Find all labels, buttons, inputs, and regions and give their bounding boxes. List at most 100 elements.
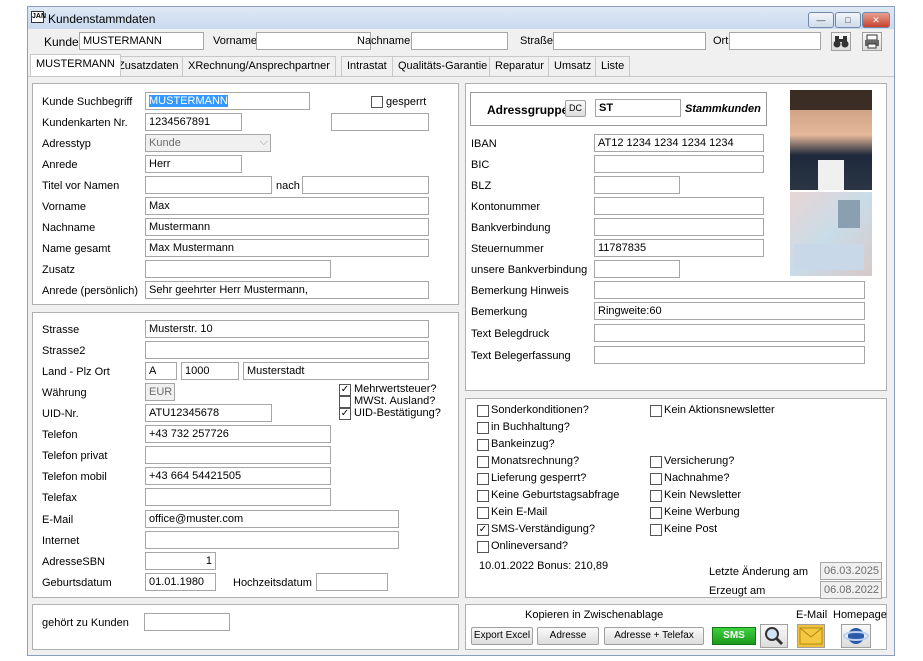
keine-geburtstagsabfrage-checkbox[interactable] xyxy=(477,490,489,502)
kein-newsletter-checkbox[interactable] xyxy=(650,490,662,502)
bemerkung-hinweis-input[interactable] xyxy=(594,281,865,299)
export-excel-button[interactable]: Export Excel xyxy=(471,627,533,645)
email-button[interactable] xyxy=(797,624,825,648)
print-button[interactable] xyxy=(862,32,882,51)
sonderkonditionen-checkbox[interactable] xyxy=(477,405,489,417)
search-vorname-input[interactable] xyxy=(256,32,371,50)
nachname-input[interactable]: Mustermann xyxy=(145,218,429,236)
kein-aktionsnewsletter-checkbox[interactable] xyxy=(650,405,662,417)
gehoert-input[interactable] xyxy=(144,613,230,631)
onlineversand-checkbox[interactable] xyxy=(477,541,489,553)
letzte-aenderung-label: Letzte Änderung am xyxy=(709,566,809,578)
uid-input[interactable]: ATU12345678 xyxy=(145,404,272,422)
tab-intrastat[interactable]: Intrastat xyxy=(341,56,393,76)
tab-mustermann[interactable]: MUSTERMANN xyxy=(30,54,121,76)
bonus-text: 10.01.2022 Bonus: 210,89 xyxy=(479,560,609,572)
anrede-pers-input[interactable]: Sehr geehrter Herr Mustermann, xyxy=(145,281,429,299)
maximize-button[interactable]: □ xyxy=(835,12,861,28)
lieferung-gesperrt-label: Lieferung gesperrt? xyxy=(491,472,587,484)
text-belegerfassung-input[interactable] xyxy=(594,346,865,364)
nachnahme-checkbox[interactable] xyxy=(650,473,662,485)
search-ort-input[interactable] xyxy=(729,32,821,50)
tab-zusatzdaten[interactable]: Zusatzdaten xyxy=(112,56,185,76)
telefon-input[interactable]: +43 732 257726 xyxy=(145,425,331,443)
keine-post-label: Keine Post xyxy=(664,523,718,535)
in-buchhaltung-checkbox[interactable] xyxy=(477,422,489,434)
bankeinzug-checkbox[interactable] xyxy=(477,439,489,451)
tab-liste[interactable]: Liste xyxy=(595,56,631,76)
homepage-button[interactable] xyxy=(841,624,871,648)
telefax-input[interactable] xyxy=(145,488,331,506)
vorname-input[interactable]: Max xyxy=(145,197,429,215)
kundenkarten-input[interactable]: 1234567891 xyxy=(145,113,242,131)
adresse-sbn-input[interactable]: 1 xyxy=(145,552,216,570)
sms-button[interactable]: SMS xyxy=(712,627,756,645)
gruppe-code-input[interactable]: ST xyxy=(595,99,681,117)
monatsrechnung-label: Monatsrechnung? xyxy=(491,455,580,467)
bic-input[interactable] xyxy=(594,155,764,173)
tab-umsatz[interactable]: Umsatz xyxy=(548,56,598,76)
uid-bestaetigung-checkbox[interactable]: ✓ xyxy=(339,408,351,420)
uid-label: UID-Nr. xyxy=(42,408,79,420)
titel-input[interactable] xyxy=(145,176,272,194)
tab-reparatur[interactable]: Reparatur xyxy=(489,56,550,76)
internet-input[interactable] xyxy=(145,531,399,549)
versicherung-checkbox[interactable] xyxy=(650,456,662,468)
kein-email-label: Kein E-Mail xyxy=(491,506,548,518)
kein-email-checkbox[interactable] xyxy=(477,507,489,519)
lieferung-gesperrt-checkbox[interactable] xyxy=(477,473,489,485)
search-nachname-input[interactable] xyxy=(411,32,508,50)
ort-input[interactable]: Musterstadt xyxy=(243,362,429,380)
gesperrt-checkbox[interactable] xyxy=(371,96,383,108)
adresse-telefax-button[interactable]: Adresse + Telefax xyxy=(604,627,704,645)
name-gesamt-input[interactable]: Max Mustermann xyxy=(145,239,429,257)
strasse2-input[interactable] xyxy=(145,341,429,359)
monatsrechnung-checkbox[interactable] xyxy=(477,456,489,468)
blz-input[interactable] xyxy=(594,176,680,194)
telefon-mobil-input[interactable]: +43 664 54421505 xyxy=(145,467,331,485)
land-input[interactable]: A xyxy=(145,362,177,380)
bemerkung-input[interactable]: Ringweite:60 xyxy=(594,302,865,320)
telefon-privat-label: Telefon privat xyxy=(42,450,108,462)
telefon-privat-input[interactable] xyxy=(145,446,331,464)
adresstyp-label: Adresstyp xyxy=(42,138,91,150)
dc-button[interactable]: DC xyxy=(565,100,586,117)
tab-qualitaets-garantie[interactable]: Qualitäts-Garantie xyxy=(392,56,494,76)
zusatz-input[interactable] xyxy=(145,260,331,278)
adresstyp-select[interactable]: Kunde ⌵ xyxy=(145,134,271,152)
adresse-button[interactable]: Adresse xyxy=(537,627,599,645)
iban-input[interactable]: AT12 1234 1234 1234 1234 xyxy=(594,134,764,152)
keine-post-checkbox[interactable] xyxy=(650,524,662,536)
steuernummer-input[interactable]: 11787835 xyxy=(594,239,764,257)
search-document-button[interactable] xyxy=(760,624,788,648)
search-button[interactable] xyxy=(831,32,851,51)
email-input[interactable]: office@muster.com xyxy=(145,510,399,528)
bankverbindung-label: Bankverbindung xyxy=(471,222,551,234)
search-strasse-input[interactable] xyxy=(553,32,706,50)
geburtsdatum-input[interactable]: 01.01.1980 xyxy=(145,573,216,591)
nach-input[interactable] xyxy=(302,176,429,194)
search-kunde-input[interactable]: MUSTERMANN xyxy=(79,32,204,50)
tab-xrechnung[interactable]: XRechnung/Ansprechpartner xyxy=(182,56,336,76)
sms-verstaendigung-checkbox[interactable]: ✓ xyxy=(477,524,489,536)
waehrung-input[interactable]: EUR xyxy=(145,383,175,401)
adressgruppe-box: Adressgruppe DC ST Stammkunden xyxy=(470,92,767,126)
suchbegriff-input[interactable]: MUSTERMANN xyxy=(145,92,310,110)
mwst-checkbox[interactable]: ✓ xyxy=(339,384,351,396)
close-button[interactable]: ✕ xyxy=(862,12,890,28)
anrede-input[interactable]: Herr xyxy=(145,155,242,173)
kundenkarten-extra-input[interactable] xyxy=(331,113,429,131)
bankverbindung-input[interactable] xyxy=(594,218,764,236)
mwst-ausland-checkbox[interactable] xyxy=(339,396,351,408)
keine-werbung-checkbox[interactable] xyxy=(650,507,662,519)
unsere-bank-label: unsere Bankverbindung xyxy=(471,264,588,276)
strasse-input[interactable]: Musterstr. 10 xyxy=(145,320,429,338)
minimize-button[interactable]: — xyxy=(808,12,834,28)
search-nachname-label: Nachname xyxy=(357,35,411,47)
unsere-bank-input[interactable] xyxy=(594,260,680,278)
mwst-ausland-label: MWSt. Ausland? xyxy=(354,395,436,407)
hochzeitsdatum-input[interactable] xyxy=(316,573,388,591)
plz-input[interactable]: 1000 xyxy=(181,362,239,380)
text-belegdruck-input[interactable] xyxy=(594,324,865,342)
kontonummer-input[interactable] xyxy=(594,197,764,215)
